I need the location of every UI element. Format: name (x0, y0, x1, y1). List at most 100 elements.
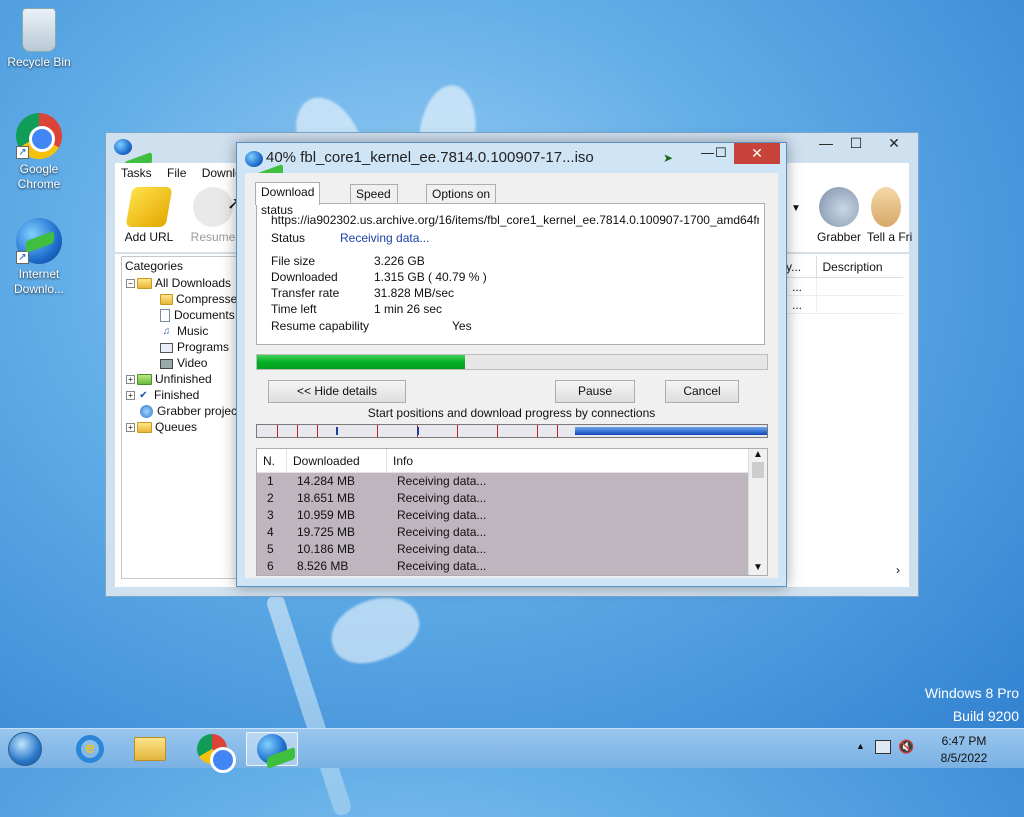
connections-scrollbar[interactable]: ▲ ▼ (748, 449, 767, 575)
unfinished-folder-icon (137, 374, 152, 386)
dialog-title: 40% fbl_core1_kernel_ee.7814.0.100907-17… (266, 149, 594, 166)
start-button[interactable] (8, 732, 42, 766)
expand-icon[interactable]: + (126, 375, 135, 385)
close-button[interactable]: ✕ (874, 133, 914, 155)
table-row[interactable]: 4 19.725 MB Receiving data... (257, 524, 748, 541)
scroll-right-arrow-icon[interactable]: › (896, 563, 900, 577)
desktop-icon-google-chrome[interactable]: ↗ Google Chrome (1, 113, 77, 192)
download-progress-dialog[interactable]: 40% fbl_core1_kernel_ee.7814.0.100907-17… (236, 142, 787, 587)
downloaded-value: 1.315 GB ( 40.79 % ) (374, 270, 487, 284)
expand-icon[interactable]: + (126, 391, 135, 401)
tree-item-label: Grabber projec (157, 404, 238, 418)
table-row[interactable]: 2 18.651 MB Receiving data... (257, 490, 748, 507)
cell-downloaded: 10.959 MB (297, 508, 356, 522)
cell-info: Receiving data... (397, 474, 487, 488)
cell-info: Receiving data... (397, 542, 487, 556)
connection-start-marker (457, 425, 458, 437)
pin-arrow-icon[interactable]: ➤ (663, 151, 673, 165)
downloads-list-row[interactable]: ... (780, 278, 903, 296)
connection-start-marker (297, 425, 298, 437)
video-film-icon (160, 358, 173, 369)
tree-item-finished[interactable]: + ✔ Finished (122, 387, 240, 403)
cell-info: Receiving data... (397, 559, 487, 573)
connection-start-marker (557, 425, 558, 437)
desktop-icon-recycle-bin[interactable]: Recycle Bin (1, 8, 77, 70)
tree-item-unfinished[interactable]: + Unfinished (122, 371, 240, 387)
table-row[interactable]: 5 10.186 MB Receiving data... (257, 541, 748, 558)
cell-downloaded: 10.186 MB (297, 542, 356, 556)
pause-button[interactable]: Pause (555, 380, 635, 403)
cell-number: 5 (267, 542, 274, 556)
show-hidden-icons-button[interactable]: ▲ (856, 741, 865, 751)
tree-item-video[interactable]: Video (122, 355, 240, 371)
idm-app-icon (114, 139, 132, 155)
scroll-down-arrow-icon[interactable]: ▼ (749, 562, 767, 573)
connection-start-marker (537, 425, 538, 437)
maximize-button[interactable]: ☐ (715, 145, 727, 161)
resume-label: Resume (190, 230, 236, 244)
network-icon[interactable] (875, 740, 891, 754)
column-header-description[interactable]: Description (817, 256, 903, 277)
tab-download-status[interactable]: Download status (255, 182, 321, 217)
column-header-info[interactable]: Info (387, 449, 747, 472)
tell-a-friend-button[interactable]: Tell a Fri (867, 187, 915, 244)
tree-item-grabber-projects[interactable]: Grabber projec (122, 403, 240, 419)
cell-downloaded: 19.725 MB (297, 525, 356, 539)
tab-options-on-completion[interactable]: Options on completion (426, 184, 497, 219)
menu-tasks[interactable]: Tasks (115, 163, 158, 183)
column-header-number[interactable]: N. (257, 449, 287, 472)
queues-folder-icon (137, 422, 152, 434)
taskbar-internet-download-manager[interactable] (246, 732, 298, 766)
grabber-icon (819, 187, 859, 227)
add-url-button[interactable]: Add URL (117, 187, 181, 244)
clock-date[interactable]: 8/5/2022 (934, 751, 994, 765)
tree-item-documents[interactable]: Documents (122, 307, 240, 323)
downloads-list[interactable]: y... Description ... ... › (779, 256, 903, 579)
recycle-bin-icon (22, 8, 56, 52)
categories-tree[interactable]: Categories − All Downloads Compresse Docu… (121, 256, 241, 579)
taskbar-internet-explorer[interactable]: e (64, 732, 116, 766)
hide-details-button[interactable]: << Hide details (268, 380, 406, 403)
connection-start-marker (277, 425, 278, 437)
tree-item-all-downloads[interactable]: − All Downloads (122, 275, 240, 291)
tree-item-compressed[interactable]: Compresse (122, 291, 240, 307)
connections-progress-segment (575, 427, 767, 435)
column-header-downloaded[interactable]: Downloaded (287, 449, 387, 472)
chrome-icon (197, 734, 236, 773)
cancel-button[interactable]: Cancel (665, 380, 739, 403)
dialog-title-bar[interactable]: 40% fbl_core1_kernel_ee.7814.0.100907-17… (237, 143, 786, 173)
grabber-button[interactable]: Grabber (807, 187, 871, 244)
connection-progress-marker (336, 427, 338, 435)
minimize-button[interactable]: — (811, 133, 841, 155)
table-row[interactable]: 1 14.284 MB Receiving data... (257, 473, 748, 490)
scroll-thumb[interactable] (752, 462, 764, 478)
tree-item-label: Compresse (176, 292, 238, 306)
desktop-icon-internet-download-manager[interactable]: ↗ Internet Downlo... (1, 218, 77, 297)
expand-icon[interactable]: + (126, 423, 135, 433)
tell-a-friend-icon (871, 187, 901, 227)
taskbar-file-explorer[interactable] (124, 732, 176, 766)
dialog-close-button[interactable]: ✕ (734, 143, 780, 164)
tree-item-queues[interactable]: + Queues (122, 419, 240, 435)
tree-item-label: Video (177, 356, 208, 370)
taskbar-google-chrome[interactable] (186, 732, 238, 773)
table-row[interactable]: 6 8.526 MB Receiving data... (257, 558, 748, 575)
downloads-list-row[interactable]: ... (780, 296, 903, 314)
download-progress-fill (257, 355, 466, 369)
minimize-button[interactable]: — (701, 145, 714, 160)
dialog-body: Download status Speed Limiter Options on… (245, 173, 778, 578)
scroll-up-arrow-icon[interactable]: ▲ (749, 449, 767, 460)
table-row[interactable]: 3 10.959 MB Receiving data... (257, 507, 748, 524)
download-info-panel: https://ia902302.us.archive.org/16/items… (256, 203, 765, 345)
tree-item-programs[interactable]: Programs (122, 339, 240, 355)
menu-file[interactable]: File (161, 163, 192, 183)
tab-speed-limiter[interactable]: Speed Limiter (350, 184, 398, 219)
collapse-icon[interactable]: − (126, 279, 135, 289)
volume-muted-icon[interactable]: 🔇 (898, 739, 914, 755)
connections-table[interactable]: N. Downloaded Info 1 14.284 MB Receiving d… (256, 448, 768, 576)
tree-item-music[interactable]: ♫ Music (122, 323, 240, 339)
file-size-value: 3.226 GB (374, 254, 425, 268)
clock-time[interactable]: 6:47 PM (934, 734, 994, 748)
maximize-button[interactable]: ☐ (841, 133, 871, 155)
chevron-down-icon[interactable]: ▼ (791, 203, 801, 214)
